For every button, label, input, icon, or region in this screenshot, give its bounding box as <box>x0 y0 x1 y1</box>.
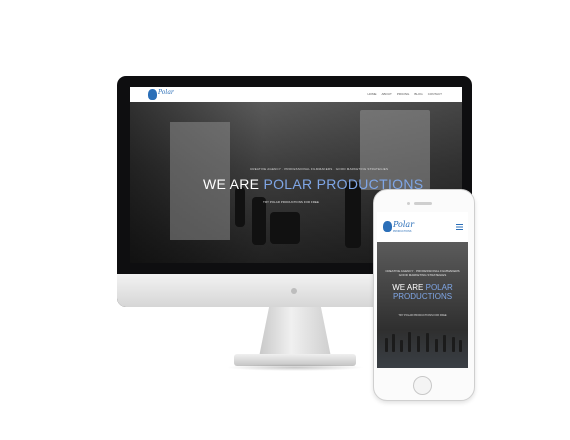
stand-shadow <box>226 364 364 371</box>
nav-item-pricing[interactable]: PRICING <box>397 92 410 96</box>
mobile-cta-link[interactable]: TRY POLAR PRODUCTIONS FOR FREE <box>377 314 468 317</box>
camera-rig <box>270 212 300 244</box>
home-button[interactable] <box>413 376 432 395</box>
polar-logo-icon[interactable] <box>148 89 157 100</box>
nav-item-contact[interactable]: CONTACT <box>428 92 442 96</box>
phone-speaker <box>414 202 432 205</box>
mobile-hero-headline: WE ARE POLAR <box>377 283 468 292</box>
apple-logo-icon <box>291 288 297 294</box>
mobile-hero-subtitle-2: GOOD MARKETING STRATEGIES <box>398 273 447 277</box>
mobile-logo-text[interactable]: Polar <box>393 220 414 229</box>
front-camera-icon <box>407 202 410 205</box>
nav-item-about[interactable]: ABOUT <box>382 92 392 96</box>
mobile-hero-headline-2: PRODUCTIONS <box>392 292 453 301</box>
mobile-logo-subtext: PRODUCTIONS <box>393 230 412 233</box>
desktop-navbar: Polar HOME ABOUT PRICING BLOG CONTACT <box>130 87 462 102</box>
nav-item-blog[interactable]: BLOG <box>414 92 422 96</box>
headline-prefix: WE ARE <box>392 283 424 292</box>
desktop-menu: HOME ABOUT PRICING BLOG CONTACT <box>368 92 442 96</box>
mobile-screen: Polar PRODUCTIONS CREATIVE AGENCY · PROF… <box>377 212 468 368</box>
hamburger-icon[interactable] <box>456 224 463 230</box>
headline-accent: POLAR <box>425 283 453 292</box>
crowd-silhouettes <box>383 330 463 352</box>
mobile-hero-image: CREATIVE AGENCY · PROFESSIONAL FILMMAKER… <box>377 242 468 368</box>
monitor-stand-neck <box>259 307 331 357</box>
crew-silhouette <box>252 197 266 245</box>
headline-prefix: WE ARE <box>203 176 260 192</box>
desktop-hero-subtitle: CREATIVE AGENCY · PROFESSIONAL FILMMAKER… <box>250 167 389 171</box>
nav-item-home[interactable]: HOME <box>368 92 377 96</box>
mobile-navbar: Polar PRODUCTIONS <box>377 212 468 242</box>
desktop-logo-text[interactable]: Polar <box>158 89 174 96</box>
desktop-cta-link[interactable]: TRY POLAR PRODUCTIONS FOR FREE <box>263 200 319 204</box>
crew-silhouette <box>235 187 245 227</box>
polar-logo-icon[interactable] <box>383 221 392 232</box>
